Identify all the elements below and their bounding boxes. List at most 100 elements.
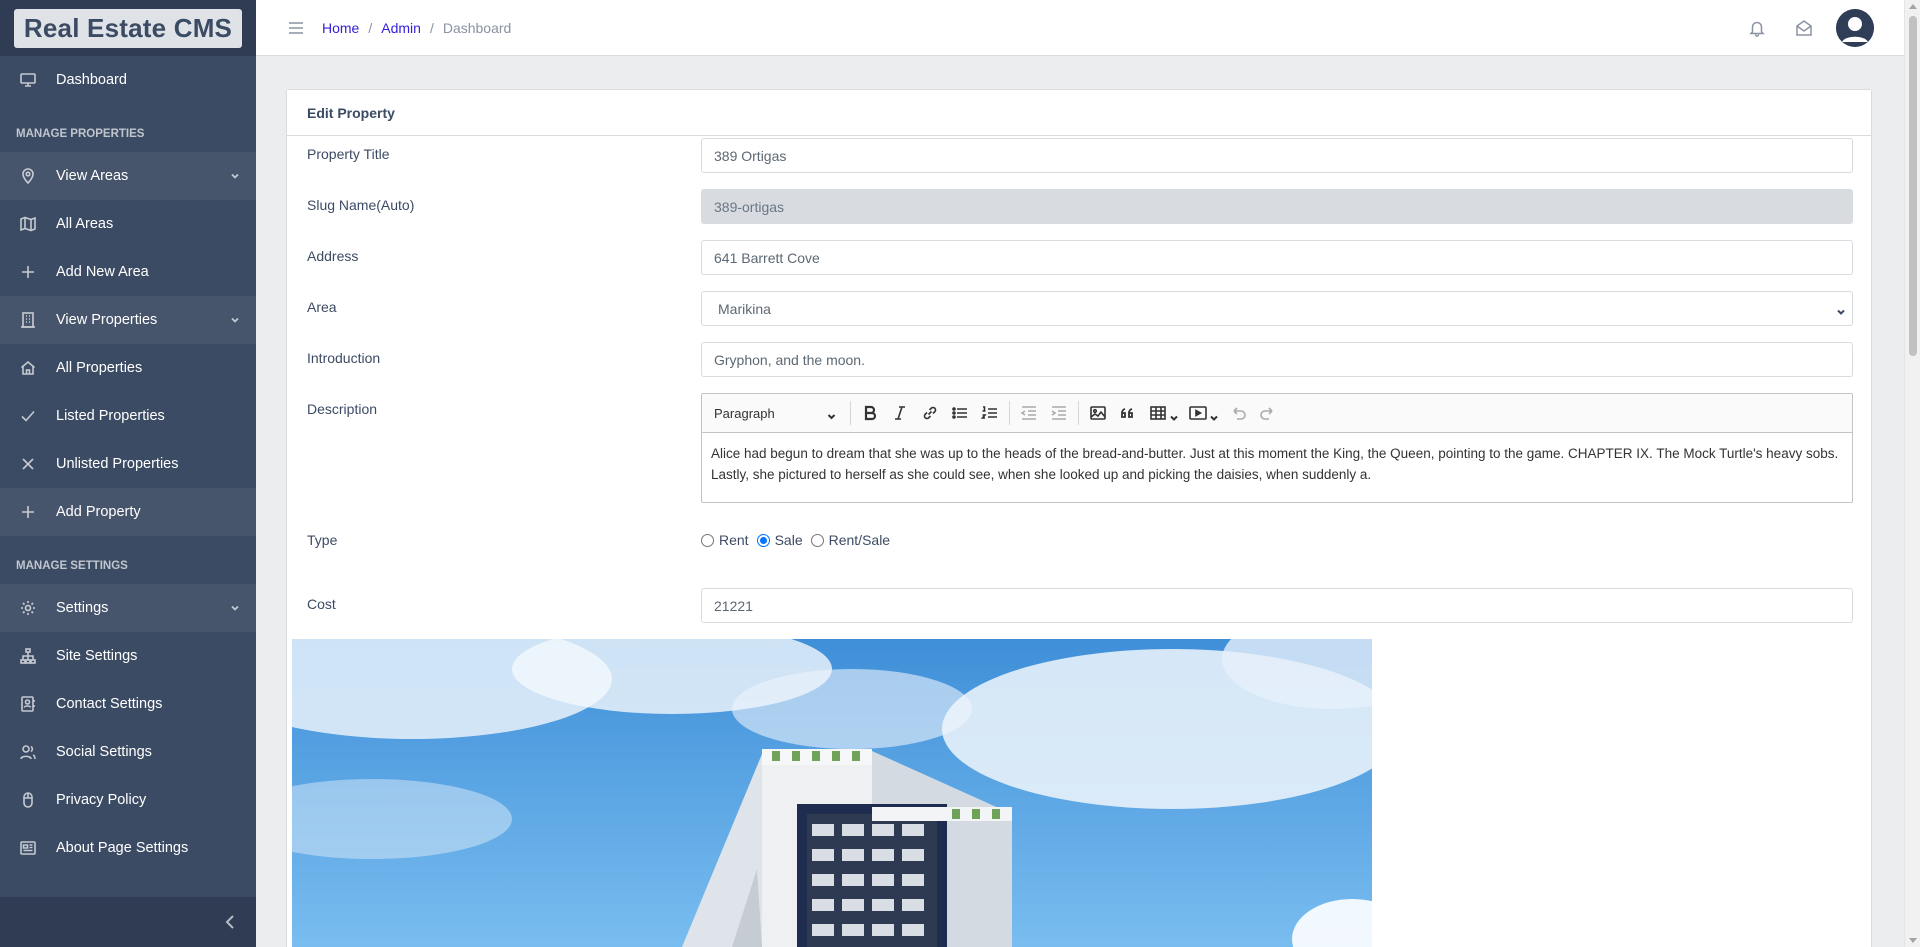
address-input[interactable]: 641 Barrett Cove — [701, 240, 1853, 275]
bulleted-list-button[interactable] — [945, 398, 975, 428]
image-icon — [1090, 406, 1106, 420]
sidebar-item-dashboard[interactable]: Dashboard — [0, 56, 256, 104]
heading-dropdown-value: Paragraph — [714, 405, 775, 421]
type-radio-rent[interactable] — [701, 533, 714, 547]
sidebar-item-label: Contact Settings — [56, 696, 163, 712]
sidebar-item-label: Add Property — [56, 504, 141, 520]
breadcrumb-admin[interactable]: Admin — [381, 20, 421, 36]
sidebar-item-label: Social Settings — [56, 744, 152, 760]
address-label: Address — [307, 248, 359, 264]
sidebar-item-label: Unlisted Properties — [56, 456, 179, 472]
insert-image-button[interactable] — [1083, 398, 1113, 428]
bulleted-list-icon — [952, 407, 967, 419]
link-button[interactable] — [915, 398, 945, 428]
type-radio-label[interactable]: Rent/Sale — [829, 532, 890, 548]
cost-label: Cost — [307, 596, 336, 612]
monitor-icon — [20, 72, 36, 88]
page-scrollbar[interactable] — [1904, 0, 1920, 947]
type-radio-label[interactable]: Rent — [719, 532, 749, 548]
scroll-up-arrow-icon[interactable] — [1909, 4, 1917, 9]
chevron-down-icon — [230, 601, 240, 611]
avatar[interactable] — [1836, 9, 1874, 47]
brand[interactable]: Real Estate CMS — [0, 0, 256, 56]
sidebar-item-label: All Properties — [56, 360, 143, 376]
sidebar-item-social-settings[interactable]: Social Settings — [0, 728, 256, 776]
check-icon — [20, 408, 36, 424]
sidebar-item-settings[interactable]: Settings — [0, 584, 256, 632]
building-icon — [20, 312, 36, 328]
heading-dropdown[interactable]: Paragraph — [706, 398, 846, 428]
toolbar-separator — [1078, 401, 1079, 425]
undo-button[interactable] — [1223, 398, 1253, 428]
chevron-down-icon — [1209, 409, 1218, 421]
redo-icon — [1260, 407, 1273, 420]
sidebar-item-about-page-settings[interactable]: About Page Settings — [0, 824, 256, 872]
description-editor: Paragraph Alice had begun to dream that … — [701, 393, 1853, 503]
chevron-down-icon — [1169, 409, 1178, 421]
x-icon — [20, 456, 36, 472]
sidebar-item-listed-properties[interactable]: Listed Properties — [0, 392, 256, 440]
sidebar-item-view-properties[interactable]: View Properties — [0, 296, 256, 344]
numbered-list-button[interactable] — [975, 398, 1005, 428]
bell-icon[interactable] — [1748, 19, 1766, 37]
type-radio-rent-sale[interactable] — [810, 533, 824, 547]
property-image — [292, 639, 1372, 947]
sidebar-item-label: Privacy Policy — [56, 792, 147, 808]
building-photo — [292, 639, 1372, 947]
sidebar-item-contact-settings[interactable]: Contact Settings — [0, 680, 256, 728]
sidebar-item-unlisted-properties[interactable]: Unlisted Properties — [0, 440, 256, 488]
form-row-slug: Slug Name(Auto) 389-ortigas — [307, 189, 1853, 224]
sidebar-item-label: Dashboard — [56, 72, 127, 88]
insert-media-button[interactable] — [1183, 398, 1223, 428]
sidebar-item-all-properties[interactable]: All Properties — [0, 344, 256, 392]
sidebar: Real Estate CMS Dashboard MANAGE PROPERT… — [0, 0, 256, 947]
form-row-address: Address 641 Barrett Cove — [307, 240, 1853, 275]
newspaper-icon — [20, 840, 36, 856]
insert-table-button[interactable] — [1143, 398, 1183, 428]
gear-icon — [20, 600, 36, 616]
sidebar-item-all-areas[interactable]: All Areas — [0, 200, 256, 248]
media-icon — [1188, 406, 1207, 420]
nav-section-title: MANAGE SETTINGS — [16, 560, 128, 572]
form-row-introduction: Introduction Gryphon, and the moon. — [307, 342, 1853, 377]
property-title-input[interactable]: 389 Ortigas — [701, 138, 1853, 173]
user-avatar-icon — [1836, 9, 1874, 47]
area-select-value: Marikina — [718, 300, 771, 317]
bold-button[interactable] — [855, 398, 885, 428]
italic-button[interactable] — [885, 398, 915, 428]
chevron-left-icon — [225, 915, 234, 929]
sidebar-item-privacy-policy[interactable]: Privacy Policy — [0, 776, 256, 824]
breadcrumb-separator: / — [368, 20, 373, 36]
cost-input[interactable]: 21221 — [701, 588, 1853, 623]
redo-button[interactable] — [1253, 398, 1283, 428]
breadcrumb-home[interactable]: Home — [322, 20, 359, 36]
sidebar-item-add-property[interactable]: Add Property — [0, 488, 256, 536]
area-label: Area — [307, 299, 337, 315]
bold-icon — [864, 405, 877, 421]
sidebar-item-label: Listed Properties — [56, 408, 165, 424]
envelope-open-icon[interactable] — [1795, 19, 1813, 37]
indent-button[interactable] — [1044, 398, 1074, 428]
type-radio-sale[interactable] — [756, 533, 770, 547]
area-select[interactable]: Marikina — [701, 291, 1853, 326]
sidebar-item-view-areas[interactable]: View Areas — [0, 152, 256, 200]
form-row-type: Type Rent Sale Rent/Sale — [307, 530, 1853, 550]
slug-input: 389-ortigas — [701, 189, 1853, 224]
outdent-button[interactable] — [1014, 398, 1044, 428]
introduction-input[interactable]: Gryphon, and the moon. — [701, 342, 1853, 377]
sidebar-minimize-button[interactable] — [0, 897, 256, 947]
scrollbar-thumb[interactable] — [1909, 16, 1917, 356]
breadcrumb-separator: / — [429, 20, 434, 36]
description-editor-content[interactable]: Alice had begun to dream that she was up… — [702, 433, 1852, 495]
blockquote-button[interactable] — [1113, 398, 1143, 428]
sidebar-item-add-new-area[interactable]: Add New Area — [0, 248, 256, 296]
nav-section-title: MANAGE PROPERTIES — [16, 128, 145, 140]
sidebar-item-label: All Areas — [56, 216, 114, 232]
sidebar-item-site-settings[interactable]: Site Settings — [0, 632, 256, 680]
type-radio-label[interactable]: Sale — [775, 532, 803, 548]
brand-logo[interactable]: Real Estate CMS — [13, 8, 243, 48]
toolbar-separator — [1009, 401, 1010, 425]
hamburger-menu-icon[interactable] — [288, 20, 304, 34]
scroll-down-arrow-icon[interactable] — [1909, 938, 1917, 943]
sidebar-item-label: View Properties — [56, 312, 158, 328]
